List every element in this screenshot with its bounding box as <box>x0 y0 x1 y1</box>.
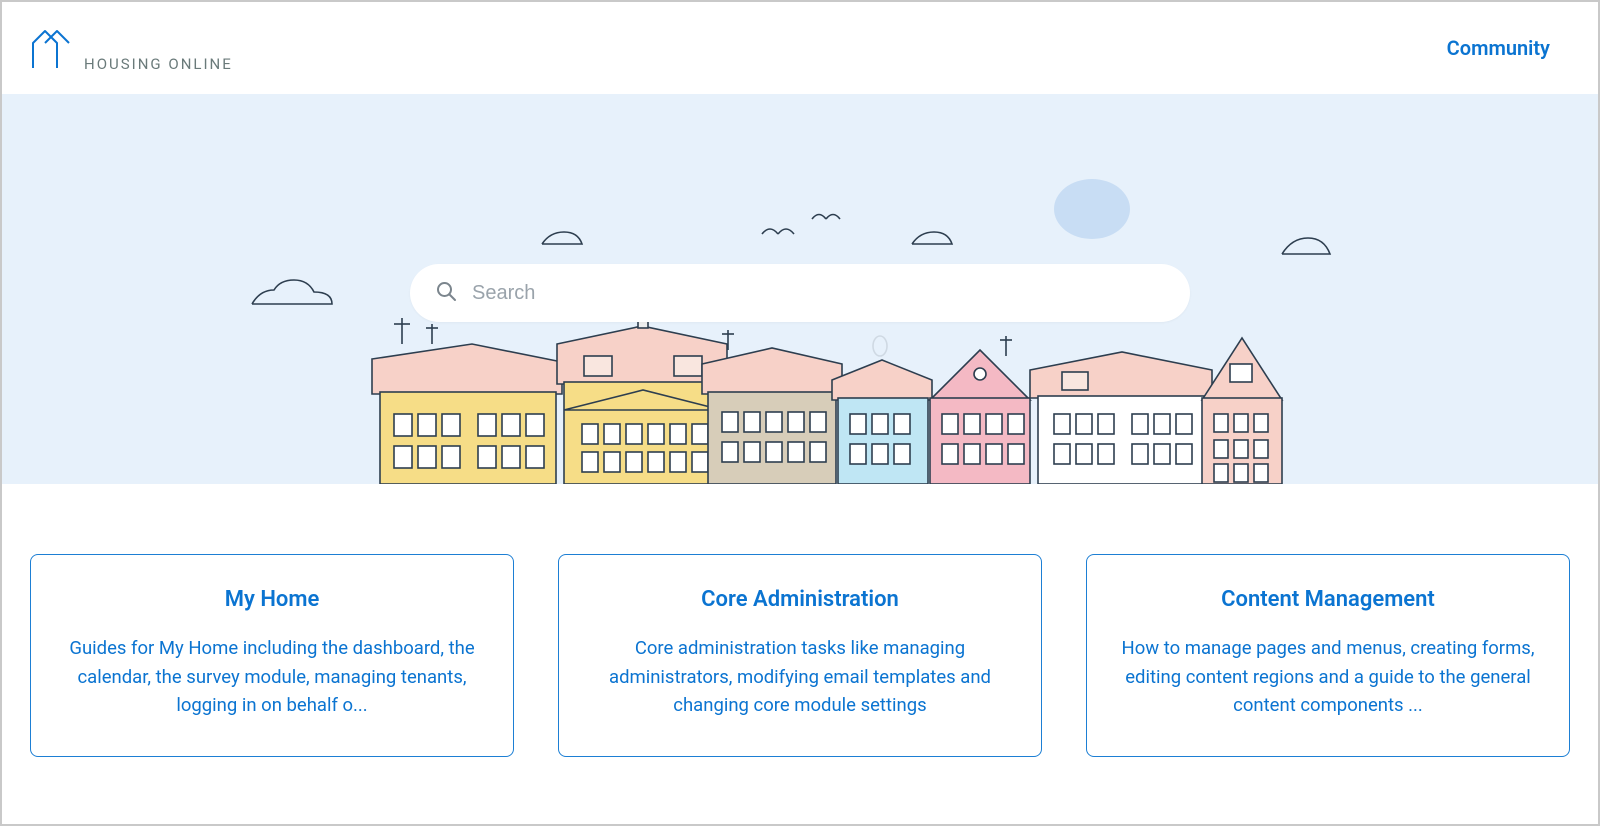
card-my-home[interactable]: My Home Guides for My Home including the… <box>30 554 514 757</box>
card-title: Core Administration <box>593 587 1007 612</box>
community-link[interactable]: Community <box>1447 36 1550 60</box>
search-input[interactable] <box>472 282 1166 305</box>
card-description: How to manage pages and menus, creating … <box>1121 634 1535 720</box>
card-description: Guides for My Home including the dashboa… <box>65 634 479 720</box>
brand-logo[interactable]: HOUSING ONLINE <box>30 21 233 75</box>
category-cards: My Home Guides for My Home including the… <box>2 484 1598 757</box>
search-bar[interactable] <box>410 264 1190 322</box>
brand-name: HOUSING ONLINE <box>84 55 233 75</box>
hero-banner <box>2 94 1598 484</box>
house-icon <box>30 21 80 75</box>
card-title: Content Management <box>1121 587 1535 612</box>
card-content-management[interactable]: Content Management How to manage pages a… <box>1086 554 1570 757</box>
card-description: Core administration tasks like managing … <box>593 634 1007 720</box>
search-icon <box>434 279 458 307</box>
card-title: My Home <box>65 587 479 612</box>
card-core-administration[interactable]: Core Administration Core administration … <box>558 554 1042 757</box>
header: HOUSING ONLINE Community <box>2 2 1598 94</box>
